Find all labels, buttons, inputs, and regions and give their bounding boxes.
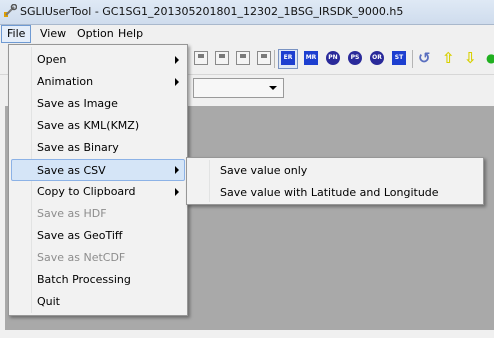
mr-button[interactable]: MR — [304, 51, 318, 65]
chevron-down-icon — [269, 86, 277, 90]
save-disk-icon-3[interactable] — [236, 51, 250, 65]
file-menu-dropdown: Open Animation Save as Image Save as KML… — [8, 44, 188, 316]
window-title: SGLIUserTool - GC1SG1_201305201801_12302… — [20, 5, 404, 18]
app-window: SGLIUserTool - GC1SG1_201305201801_12302… — [0, 0, 494, 338]
menu-item-label: Batch Processing — [37, 273, 131, 286]
app-wrench-icon — [4, 4, 17, 17]
save-disk-icon[interactable] — [194, 51, 208, 65]
submenu-arrow-icon — [175, 78, 179, 86]
submenu-item-label: Save value only — [220, 164, 308, 177]
menu-bar: File View Option Help — [0, 25, 494, 44]
menu-item-open[interactable]: Open — [11, 49, 185, 71]
menu-item-label: Save as HDF — [37, 207, 107, 220]
menu-item-label: Save as CSV — [37, 164, 106, 177]
title-bar: SGLIUserTool - GC1SG1_201305201801_12302… — [0, 0, 494, 25]
down-arrow-icon[interactable]: ⇩ — [464, 49, 477, 67]
window-bottom-edge — [0, 330, 494, 338]
menu-item-quit[interactable]: Quit — [11, 291, 185, 313]
toolbar-separator — [274, 50, 275, 68]
submenu-arrow-icon — [175, 188, 179, 196]
menu-item-save-as-netcdf: Save as NetCDF — [11, 247, 185, 269]
submenu-arrow-icon — [175, 166, 179, 174]
menu-item-label: Save as KML(KMZ) — [37, 119, 140, 132]
pn-button[interactable]: PN — [326, 51, 340, 65]
menu-item-label: Save as GeoTiff — [37, 229, 123, 242]
or-button[interactable]: OR — [370, 51, 384, 65]
menu-item-batch-processing[interactable]: Batch Processing — [11, 269, 185, 291]
menu-item-save-as-csv[interactable]: Save as CSV — [11, 159, 185, 181]
submenu-arrow-icon — [175, 56, 179, 64]
menu-item-label: Save as NetCDF — [37, 251, 126, 264]
menu-item-label: Open — [37, 53, 67, 66]
green-icon[interactable]: ● — [486, 49, 494, 67]
menu-item-save-as-kml[interactable]: Save as KML(KMZ) — [11, 115, 185, 137]
st-button[interactable]: ST — [392, 51, 406, 65]
menu-file[interactable]: File — [1, 25, 32, 43]
menu-item-label: Save as Binary — [37, 141, 119, 154]
menu-item-save-as-binary[interactable]: Save as Binary — [11, 137, 185, 159]
menu-item-label: Copy to Clipboard — [37, 185, 136, 198]
menu-item-label: Save as Image — [37, 97, 118, 110]
menu-item-save-as-geotiff[interactable]: Save as GeoTiff — [11, 225, 185, 247]
save-disk-icon-4[interactable] — [257, 51, 271, 65]
menu-item-label: Animation — [37, 75, 94, 88]
save-disk-icon-2[interactable] — [215, 51, 229, 65]
submenu-item-label: Save value with Latitude and Longitude — [220, 186, 439, 199]
er-button[interactable]: ER — [281, 51, 295, 65]
menu-item-animation[interactable]: Animation — [11, 71, 185, 93]
ps-button[interactable]: PS — [348, 51, 362, 65]
menu-help[interactable]: Help — [113, 26, 148, 42]
csv-submenu: Save value only Save value with Latitude… — [186, 157, 484, 205]
product-select[interactable] — [193, 78, 284, 98]
undo-arrow-icon[interactable]: ↺ — [418, 49, 431, 67]
menu-item-label: Quit — [37, 295, 60, 308]
submenu-item-save-value-only[interactable]: Save value only — [189, 160, 481, 182]
menu-item-copy-to-clipboard[interactable]: Copy to Clipboard — [11, 181, 185, 203]
toolbar-separator-2 — [412, 50, 413, 68]
menu-option[interactable]: Option — [72, 26, 119, 42]
menu-item-save-as-image[interactable]: Save as Image — [11, 93, 185, 115]
menu-item-save-as-hdf: Save as HDF — [11, 203, 185, 225]
menu-view[interactable]: View — [35, 26, 71, 42]
up-arrow-icon[interactable]: ⇧ — [442, 49, 455, 67]
submenu-item-save-value-lat-lon[interactable]: Save value with Latitude and Longitude — [189, 182, 481, 204]
